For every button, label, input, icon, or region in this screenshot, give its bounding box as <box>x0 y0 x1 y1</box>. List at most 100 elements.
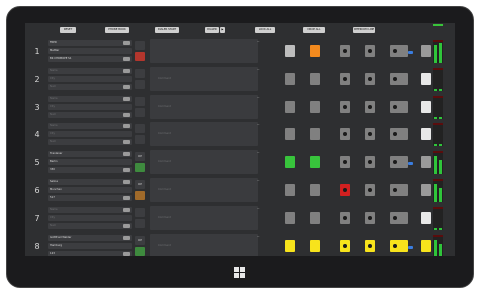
line-select-button[interactable] <box>365 45 375 57</box>
hold-button[interactable] <box>310 45 320 57</box>
line-select-button[interactable] <box>340 184 350 196</box>
take-button[interactable] <box>285 72 295 85</box>
caller-city-field[interactable]: City <box>48 75 132 82</box>
line-select-button[interactable] <box>365 72 375 85</box>
dialer-next-button[interactable]: ▶ <box>220 27 225 33</box>
phone-book-button[interactable]: PHONE BOOK <box>105 27 129 33</box>
caller-name-field[interactable]: Gottfried Walder <box>48 234 132 241</box>
caller-number-field[interactable]: BK CHRMOPE S1 <box>48 56 132 62</box>
lock-button[interactable] <box>421 184 431 196</box>
caller-number-field[interactable]: Num <box>48 111 132 118</box>
caller-name-field[interactable]: Name <box>48 123 132 130</box>
line-select-button[interactable] <box>340 45 350 57</box>
comment-field[interactable]: Comment <box>150 150 258 175</box>
caller-name-field[interactable]: Name <box>48 67 132 74</box>
status-box[interactable] <box>135 96 145 106</box>
status-box[interactable]: OP <box>135 152 145 162</box>
line-select-button[interactable] <box>365 239 375 252</box>
line-select-button[interactable] <box>340 239 350 252</box>
hold-button[interactable] <box>310 211 320 224</box>
name-tag-icon <box>123 207 130 212</box>
caller-city-field[interactable]: Hamburg <box>48 242 132 249</box>
caller-city-field[interactable]: Berlin <box>48 159 132 166</box>
status-box[interactable] <box>135 207 145 217</box>
caller-city-field[interactable]: Munchen <box>48 187 132 193</box>
comment-field[interactable] <box>150 39 258 63</box>
number-tag-icon <box>123 251 130 256</box>
caller-number-field[interactable]: 123 <box>48 250 132 256</box>
caller-name-field[interactable]: Selina <box>48 179 132 185</box>
drop-button[interactable] <box>398 45 408 57</box>
caller-name-field[interactable]: Name <box>48 206 132 213</box>
caller-number-field[interactable]: Num <box>48 139 132 146</box>
comment-field[interactable]: Comment <box>150 122 258 147</box>
line-select-button[interactable] <box>340 211 350 224</box>
caller-name-field[interactable]: FRED <box>48 40 132 46</box>
line-select-button[interactable] <box>365 100 375 113</box>
lock-button[interactable] <box>421 45 431 57</box>
dot-icon <box>368 188 372 192</box>
take-button[interactable] <box>285 239 295 252</box>
dialer-button[interactable]: DIALER <box>205 27 219 33</box>
line-select-button[interactable] <box>340 128 350 141</box>
lock-button[interactable] <box>421 128 431 141</box>
comment-field[interactable]: Comment <box>150 205 258 230</box>
line-select-button[interactable] <box>365 156 375 169</box>
reset-button[interactable]: RESET <box>60 27 76 33</box>
take-button[interactable] <box>285 184 295 196</box>
status-box[interactable] <box>135 41 145 50</box>
status-box[interactable] <box>135 68 145 78</box>
caller-number-field[interactable]: Num <box>48 83 132 90</box>
caller-name-field[interactable]: Name <box>48 95 132 102</box>
caller-name-field[interactable]: Tcenlaner <box>48 151 132 158</box>
caller-number-field[interactable]: 330 <box>48 167 132 174</box>
hold-button[interactable] <box>310 100 320 113</box>
status-box[interactable] <box>135 124 145 134</box>
caller-city-field[interactable]: City <box>48 131 132 138</box>
drop-button[interactable] <box>398 156 408 169</box>
hold-button[interactable] <box>310 184 320 196</box>
lock-button[interactable] <box>421 100 431 113</box>
comment-field[interactable]: Comment <box>150 66 258 91</box>
line-select-button[interactable] <box>365 184 375 196</box>
comment-field[interactable]: Comment <box>150 178 258 202</box>
caller-city-field[interactable]: Mettler <box>48 48 132 54</box>
lock-button[interactable] <box>421 156 431 169</box>
hold-button[interactable] <box>310 72 320 85</box>
line-select-button[interactable] <box>365 211 375 224</box>
status-box[interactable]: OP <box>135 180 145 189</box>
comment-field[interactable]: Comment <box>150 233 258 256</box>
drop-all-button[interactable]: DROP ALL <box>303 27 325 33</box>
hold-button[interactable] <box>310 156 320 169</box>
lock-button[interactable] <box>421 72 431 85</box>
comment-field[interactable]: Comment <box>150 94 258 119</box>
line-select-button[interactable] <box>340 156 350 169</box>
drop-button[interactable] <box>398 211 408 224</box>
drop-button[interactable] <box>398 100 408 113</box>
windows-logo-icon[interactable] <box>234 267 246 279</box>
drop-button[interactable] <box>398 184 408 196</box>
caller-city-field[interactable]: City <box>48 103 132 110</box>
intercom-line-button[interactable]: INTERCOM LINE <box>353 27 375 33</box>
drop-button[interactable] <box>398 239 408 252</box>
dialer-start-button[interactable]: DIALER START <box>155 27 179 33</box>
caller-number-field[interactable]: Num <box>48 222 132 229</box>
take-button[interactable] <box>285 100 295 113</box>
take-button[interactable] <box>285 128 295 141</box>
line-select-button[interactable] <box>365 128 375 141</box>
caller-number-field[interactable]: 517 <box>48 195 132 201</box>
drop-button[interactable] <box>398 128 408 141</box>
caller-city-field[interactable]: City <box>48 214 132 221</box>
drop-button[interactable] <box>398 72 408 85</box>
lock-all-button[interactable]: LOCK ALL <box>255 27 275 33</box>
lock-button[interactable] <box>421 239 431 252</box>
take-button[interactable] <box>285 211 295 224</box>
take-button[interactable] <box>285 156 295 169</box>
line-select-button[interactable] <box>340 100 350 113</box>
lock-button[interactable] <box>421 211 431 224</box>
line-select-button[interactable] <box>340 72 350 85</box>
take-button[interactable] <box>285 45 295 57</box>
hold-button[interactable] <box>310 128 320 141</box>
status-box[interactable]: OP <box>135 235 145 245</box>
hold-button[interactable] <box>310 239 320 252</box>
